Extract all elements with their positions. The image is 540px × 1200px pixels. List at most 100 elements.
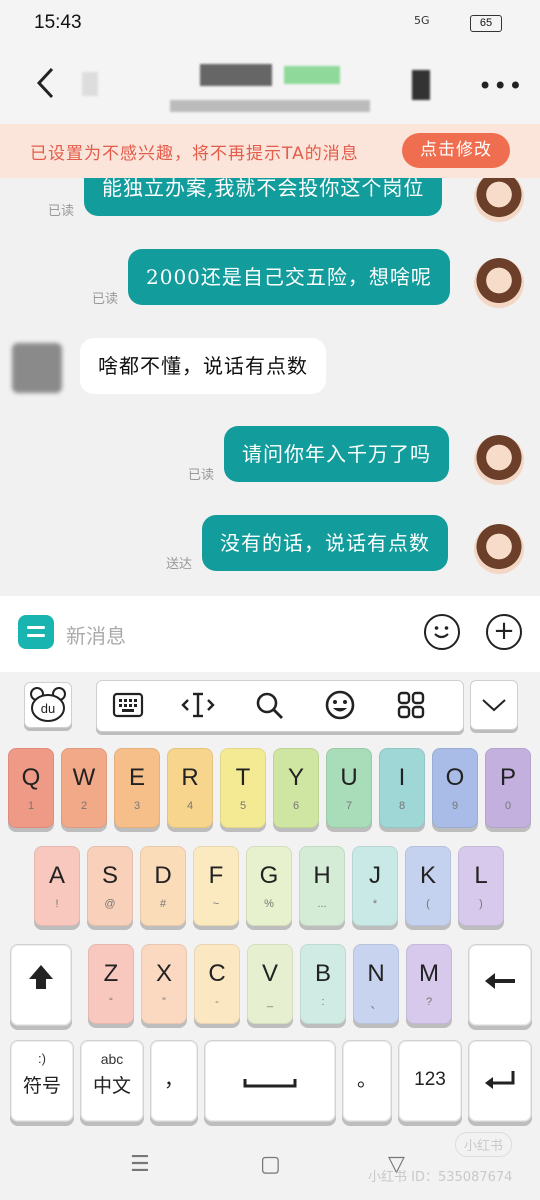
space-key[interactable] [204, 1040, 336, 1122]
numbers-key[interactable]: 123 [398, 1040, 462, 1122]
key-hint: 9 [451, 800, 459, 812]
key-l[interactable]: L) [458, 846, 504, 926]
key-hint: 0 [504, 800, 512, 812]
key-a[interactable]: A! [34, 846, 80, 926]
message-input[interactable]: 新消息 [66, 620, 126, 649]
keyboard: du :) 符号 abc 中文 ， 。 123 Q 1 W 2 E 3 R 4 … [0, 672, 540, 1132]
more-icon[interactable]: ••• [478, 72, 523, 100]
message-bubble[interactable]: 请问你年入千万了吗 [224, 426, 449, 482]
menu-icon[interactable]: ☰ [130, 1152, 150, 1177]
key-letter: P [499, 764, 516, 791]
my-avatar[interactable] [474, 258, 524, 308]
key-e[interactable]: E3 [114, 748, 160, 828]
message-bubble[interactable]: 啥都不懂，说话有点数 [80, 338, 326, 394]
chinese-key[interactable]: abc 中文 [80, 1040, 144, 1122]
key-s[interactable]: S @ [87, 846, 133, 926]
status-time: 15:43 [34, 12, 82, 33]
key-hint: 5 [239, 800, 247, 812]
key-x[interactable]: X” [141, 944, 187, 1024]
key-t[interactable]: T5 [220, 748, 266, 828]
message-bubble[interactable]: 2000还是自己交五险，想啥呢 [128, 249, 450, 305]
key-y[interactable]: Y6 [273, 748, 319, 828]
period-key[interactable]: 。 [342, 1040, 392, 1122]
key-z[interactable]: Z “ [88, 944, 134, 1024]
key-hint: 3 [133, 800, 141, 812]
key-m[interactable]: M? [406, 944, 452, 1024]
contact-avatar[interactable] [12, 343, 62, 393]
key-hint: ~ [212, 898, 220, 910]
back-arrow-icon[interactable] [32, 66, 62, 100]
key-p[interactable]: P0 [485, 748, 531, 828]
key-hint: # [159, 898, 167, 910]
my-avatar[interactable] [474, 178, 524, 222]
key-d[interactable]: D # [140, 846, 186, 926]
emoji-icon[interactable] [424, 614, 460, 650]
key-f[interactable]: F ~ [193, 846, 239, 926]
key-hint: 8 [398, 800, 406, 812]
battery-icon: 65 [470, 15, 502, 32]
message-bubble[interactable]: 能独立办案,我就不会投你这个岗位 [84, 178, 443, 216]
key-hint: @ [104, 898, 116, 910]
key-u[interactable]: U7 [326, 748, 372, 828]
du-logo-icon[interactable]: du [24, 682, 72, 728]
message-list[interactable]: 能独立办案,我就不会投你这个岗位 已读 2000还是自己交五险，想啥呢 已读 啥… [0, 178, 540, 596]
symbols-hint: :) [38, 1051, 46, 1066]
key-w[interactable]: W2 [61, 748, 107, 828]
key-r[interactable]: R4 [167, 748, 213, 828]
key-v[interactable]: V _ [247, 944, 293, 1024]
key-hint: ( [426, 898, 430, 910]
period-label: 。 [357, 1069, 377, 1091]
key-letter: Y [287, 764, 304, 791]
apps-grid-icon[interactable] [396, 690, 426, 720]
key-c[interactable]: C- [194, 944, 240, 1024]
key-hint: 2 [80, 800, 88, 812]
key-hint: ? [425, 996, 433, 1008]
keyboard-icon[interactable] [112, 692, 144, 718]
key-hint: _ [266, 996, 274, 1008]
key-g[interactable]: G% [246, 846, 292, 926]
modify-button[interactable]: 点击修改 [402, 133, 510, 168]
key-letter: K [419, 862, 436, 889]
my-avatar[interactable] [474, 524, 524, 574]
collapse-keyboard-button[interactable] [470, 680, 518, 730]
comma-key[interactable]: ， [150, 1040, 198, 1122]
app-logo-icon[interactable] [18, 615, 54, 649]
key-j[interactable]: J * [352, 846, 398, 926]
message-bubble[interactable]: 没有的话，说话有点数 [202, 515, 448, 571]
key-b[interactable]: B: [300, 944, 346, 1024]
cursor-move-icon[interactable] [180, 690, 216, 720]
key-i[interactable]: I8 [379, 748, 425, 828]
emoji-icon[interactable] [324, 689, 356, 721]
key-hint: 4 [186, 800, 194, 812]
my-avatar[interactable] [474, 435, 524, 485]
key-letter: S [101, 862, 118, 889]
contact-name-obscured [200, 64, 272, 86]
key-hint: “ [109, 996, 113, 1008]
system-nav-bar: ☰ ▢ ▽ 小红书 小红书 ID：535087674 [0, 1132, 540, 1200]
key-k[interactable]: K( [405, 846, 451, 926]
shift-key[interactable] [10, 944, 72, 1026]
key-h[interactable]: H... [299, 846, 345, 926]
key-letter: H [313, 862, 331, 889]
symbols-key[interactable]: :) 符号 [10, 1040, 74, 1122]
key-hint: 1 [27, 800, 35, 812]
read-status: 已读 [188, 468, 215, 483]
contact-icon-obscured [412, 70, 430, 100]
key-letter: I [398, 764, 406, 791]
search-icon[interactable] [254, 690, 286, 720]
key-hint: ” [162, 996, 166, 1008]
key-letter: F [208, 862, 224, 889]
key-letter: L [474, 862, 488, 889]
backspace-key[interactable] [468, 944, 532, 1026]
status-bar: 15:43 5G 65 [0, 0, 540, 48]
key-o[interactable]: O9 [432, 748, 478, 828]
enter-key[interactable] [468, 1040, 532, 1122]
add-icon[interactable]: + [486, 614, 522, 650]
comma-label: ， [164, 1069, 184, 1091]
key-letter: E [128, 764, 145, 791]
key-n[interactable]: N、 [353, 944, 399, 1024]
key-letter: R [181, 764, 199, 791]
key-letter: B [314, 960, 331, 987]
key-q[interactable]: Q1 [8, 748, 54, 828]
home-icon[interactable]: ▢ [260, 1152, 281, 1177]
